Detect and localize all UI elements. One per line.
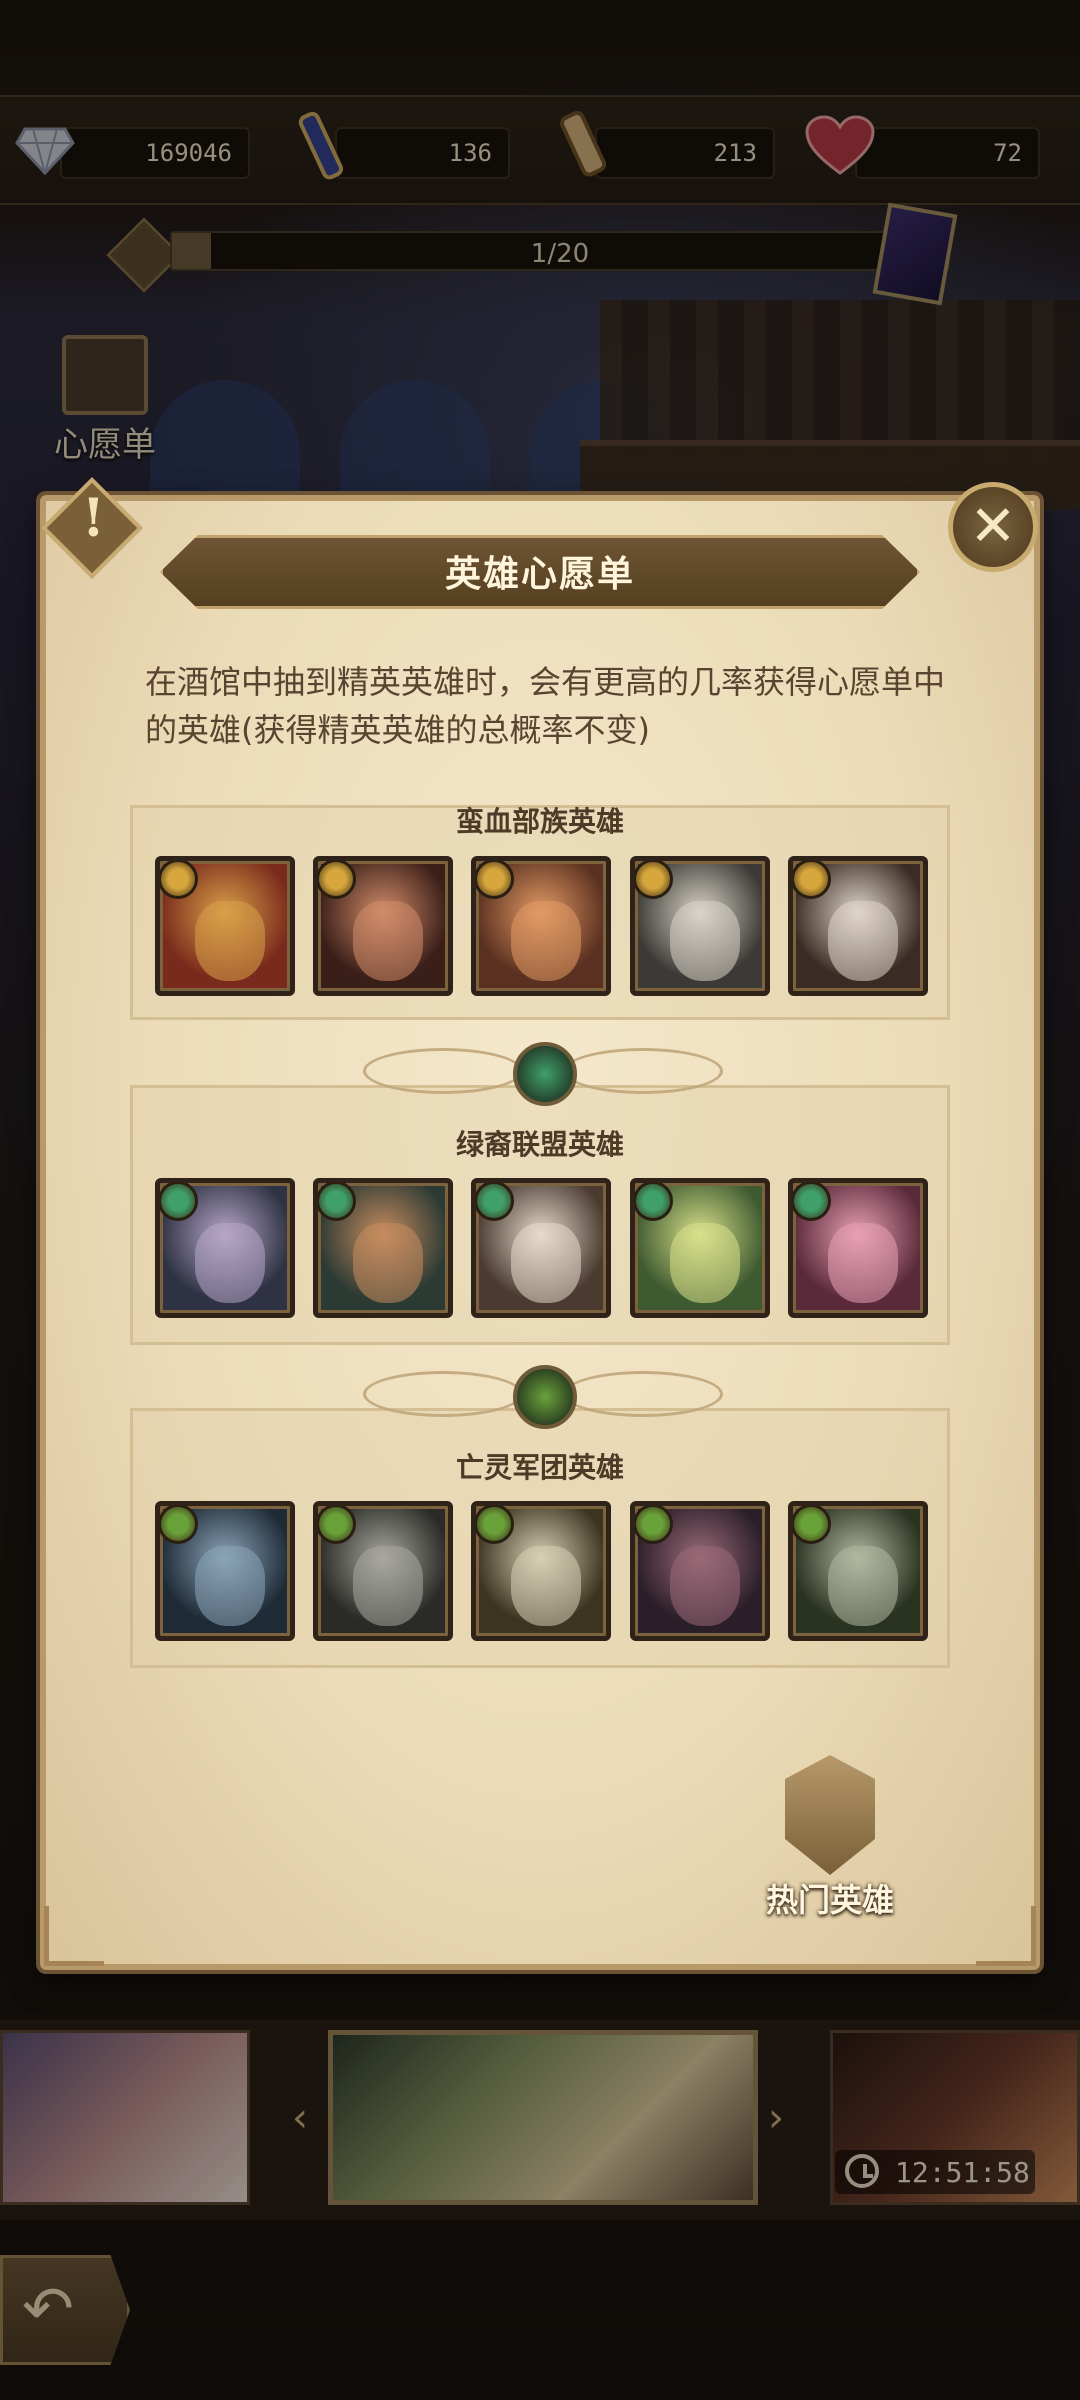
hero-face xyxy=(195,1223,265,1303)
faction-badge-icon xyxy=(635,861,673,899)
faction-badge-icon xyxy=(160,1506,198,1544)
faction-badge-icon xyxy=(635,1183,673,1221)
hero-portrait[interactable] xyxy=(788,1178,928,1318)
faction-title: 亡灵军团英雄 xyxy=(455,1451,624,1484)
hero-portrait[interactable] xyxy=(155,1178,295,1318)
faction-badge-icon xyxy=(793,861,831,899)
hero-portrait[interactable] xyxy=(630,856,770,996)
hero-face xyxy=(195,1546,265,1626)
corner-ornament xyxy=(44,1906,104,1966)
hero-portrait[interactable] xyxy=(630,1178,770,1318)
hero-portrait[interactable] xyxy=(630,1501,770,1641)
alert-exclamation: ! xyxy=(82,488,105,549)
hero-face xyxy=(670,1223,740,1303)
hero-face xyxy=(670,901,740,981)
faction-emblem-icon xyxy=(513,1042,577,1106)
hero-portrait[interactable] xyxy=(471,1501,611,1641)
hero-face xyxy=(511,901,581,981)
hero-face xyxy=(511,1546,581,1626)
wishlist-description: 在酒馆中抽到精英英雄时，会有更高的几率获得心愿单中的英雄(获得精英英雄的总概率不… xyxy=(145,663,946,749)
faction-badge-icon xyxy=(318,1183,356,1221)
hot-heroes-label: 热门英雄 xyxy=(765,1881,894,1919)
hero-portrait[interactable] xyxy=(788,1501,928,1641)
modal-title: 英雄心愿单 xyxy=(444,554,635,595)
emblem-ornament xyxy=(363,1371,523,1417)
hero-portrait[interactable] xyxy=(788,856,928,996)
close-icon: ✕ xyxy=(969,494,1017,559)
hero-face xyxy=(828,1223,898,1303)
faction-badge-icon xyxy=(476,1183,514,1221)
hot-heroes-shield-icon xyxy=(785,1755,875,1875)
hero-face xyxy=(353,1223,423,1303)
faction-section: 绿裔联盟英雄 xyxy=(130,1042,950,1345)
hero-face xyxy=(353,901,423,981)
hero-portrait[interactable] xyxy=(313,1501,453,1641)
hero-face xyxy=(828,1546,898,1626)
hero-face xyxy=(353,1546,423,1626)
emblem-ornament xyxy=(363,1048,523,1094)
faction-section: 蛮血部族英雄 xyxy=(130,805,950,1020)
faction-title: 蛮血部族英雄 xyxy=(455,805,624,838)
faction-badge-icon xyxy=(793,1183,831,1221)
hero-portrait[interactable] xyxy=(471,1178,611,1318)
emblem-ornament xyxy=(563,1048,723,1094)
hero-face xyxy=(670,1546,740,1626)
close-button[interactable]: ✕ xyxy=(948,482,1038,572)
hero-portrait[interactable] xyxy=(471,856,611,996)
hero-portrait[interactable] xyxy=(155,856,295,996)
hot-heroes-button[interactable]: 热门英雄 xyxy=(745,1755,915,1925)
hero-portrait[interactable] xyxy=(313,856,453,996)
faction-section: 亡灵军团英雄 xyxy=(130,1365,950,1668)
emblem-ornament xyxy=(563,1371,723,1417)
corner-ornament xyxy=(976,1906,1036,1966)
faction-badge-icon xyxy=(160,1183,198,1221)
hero-face xyxy=(511,1223,581,1303)
faction-badge-icon xyxy=(476,861,514,899)
hero-portrait[interactable] xyxy=(313,1178,453,1318)
faction-badge-icon xyxy=(476,1506,514,1544)
faction-title: 绿裔联盟英雄 xyxy=(455,1128,624,1161)
faction-badge-icon xyxy=(318,1506,356,1544)
faction-badge-icon xyxy=(160,861,198,899)
faction-badge-icon xyxy=(635,1506,673,1544)
faction-badge-icon xyxy=(318,861,356,899)
hero-face xyxy=(195,901,265,981)
faction-badge-icon xyxy=(793,1506,831,1544)
faction-emblem-icon xyxy=(513,1365,577,1429)
hero-face xyxy=(828,901,898,981)
hero-portrait[interactable] xyxy=(155,1501,295,1641)
